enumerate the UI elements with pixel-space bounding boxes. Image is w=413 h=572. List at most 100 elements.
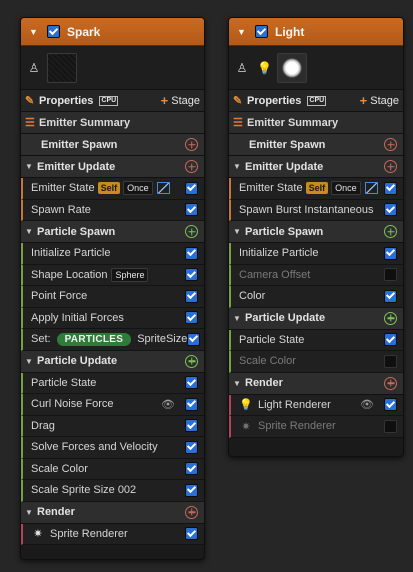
module-row[interactable]: Emitter State Self Once: [229, 178, 403, 200]
add-module-icon[interactable]: [185, 225, 198, 238]
module-enable-checkbox[interactable]: [384, 181, 397, 195]
chevron-down-icon[interactable]: ▼: [229, 162, 245, 171]
module-enable-checkbox[interactable]: [384, 333, 397, 347]
module-row[interactable]: Spawn Rate: [21, 199, 204, 221]
module-row[interactable]: Particle State: [229, 329, 403, 351]
module-row[interactable]: Drag: [21, 415, 204, 437]
module-row[interactable]: Set: PARTICLES SpriteSize: [21, 329, 204, 351]
renderer-row[interactable]: ✷ Sprite Renderer: [229, 416, 403, 438]
module-enable-checkbox[interactable]: [185, 397, 198, 411]
add-stage-button[interactable]: + Stage: [360, 93, 399, 108]
module-row[interactable]: Point Force: [21, 286, 204, 308]
module-row[interactable]: Spawn Burst Instantaneous: [229, 199, 403, 221]
add-module-icon[interactable]: [185, 354, 198, 368]
add-module-icon[interactable]: [185, 505, 198, 519]
chevron-down-icon[interactable]: ▼: [21, 357, 37, 366]
add-module-icon[interactable]: [384, 376, 397, 390]
particles-pill[interactable]: PARTICLES: [56, 332, 132, 346]
add-module-icon[interactable]: [384, 225, 397, 238]
module-label: Initialize Particle: [31, 247, 111, 260]
chevron-down-icon[interactable]: ▼: [229, 314, 245, 323]
section-emitter-update[interactable]: ▼ Emitter Update: [229, 156, 403, 178]
add-module-icon[interactable]: [384, 311, 397, 325]
emitter-summary-row[interactable]: ☰ Emitter Summary: [229, 112, 403, 134]
module-row[interactable]: Scale Color: [229, 351, 403, 373]
section-render[interactable]: ▼ Render: [229, 372, 403, 395]
module-enable-checkbox[interactable]: [384, 246, 397, 260]
emitter-thumbnails: ♙ 💡: [229, 46, 403, 90]
module-enable-checkbox[interactable]: [185, 419, 198, 433]
module-enable-checkbox[interactable]: [185, 440, 198, 454]
module-enable-checkbox[interactable]: [185, 462, 198, 476]
module-enable-checkbox[interactable]: [185, 246, 198, 260]
emitter-thumbnail[interactable]: [47, 52, 77, 83]
section-particle-update[interactable]: ▼ Particle Update: [229, 307, 403, 330]
curve-icon[interactable]: [156, 182, 170, 195]
add-module-icon[interactable]: [384, 138, 397, 151]
section-particle-spawn[interactable]: ▼ Particle Spawn: [21, 221, 204, 243]
module-enable-checkbox[interactable]: [384, 289, 397, 303]
section-particle-update[interactable]: ▼ Particle Update: [21, 350, 204, 373]
chevron-down-icon[interactable]: ▼: [229, 227, 245, 236]
module-enable-checkbox[interactable]: [185, 289, 198, 303]
renderer-row[interactable]: ✷ Sprite Renderer: [21, 523, 204, 545]
section-label: Emitter Spawn: [249, 138, 326, 151]
eye-icon[interactable]: 👁: [360, 398, 374, 411]
eye-icon[interactable]: 👁: [161, 398, 175, 411]
emitter-thumbnail[interactable]: [277, 52, 307, 83]
module-enable-checkbox[interactable]: [185, 203, 198, 217]
module-row[interactable]: Scale Sprite Size 002: [21, 480, 204, 502]
section-render[interactable]: ▼ Render: [21, 501, 204, 524]
module-row[interactable]: Apply Initial Forces: [21, 307, 204, 329]
section-emitter-spawn[interactable]: Emitter Spawn: [229, 134, 403, 156]
module-row[interactable]: Curl Noise Force 👁: [21, 394, 204, 416]
section-emitter-spawn[interactable]: Emitter Spawn: [21, 134, 204, 156]
module-row[interactable]: Initialize Particle: [21, 243, 204, 265]
renderer-enable-checkbox[interactable]: [185, 527, 198, 541]
module-row[interactable]: Shape Location Sphere: [21, 264, 204, 286]
renderer-enable-checkbox[interactable]: [384, 398, 397, 412]
collapse-arrow-icon[interactable]: ▼: [237, 27, 249, 37]
module-enable-checkbox[interactable]: [185, 376, 198, 390]
shape-badge[interactable]: Sphere: [111, 267, 149, 282]
section-particle-spawn[interactable]: ▼ Particle Spawn: [229, 221, 403, 243]
chevron-down-icon[interactable]: ▼: [229, 379, 245, 388]
module-enable-checkbox[interactable]: [384, 203, 397, 217]
module-enable-checkbox[interactable]: [185, 311, 198, 325]
once-badge[interactable]: Once: [123, 181, 153, 196]
module-row[interactable]: Particle State: [21, 372, 204, 394]
emitter-enable-checkbox[interactable]: [255, 25, 268, 38]
once-badge[interactable]: Once: [331, 181, 361, 196]
collapse-arrow-icon[interactable]: ▼: [29, 27, 41, 37]
module-enable-checkbox[interactable]: [185, 268, 198, 282]
module-enable-checkbox[interactable]: [187, 332, 201, 346]
emitter-enable-checkbox[interactable]: [47, 25, 60, 38]
module-label: Spawn Burst Instantaneous: [239, 203, 374, 216]
module-enable-checkbox[interactable]: [185, 483, 198, 497]
section-emitter-update[interactable]: ▼ Emitter Update: [21, 156, 204, 178]
chevron-down-icon[interactable]: ▼: [21, 227, 37, 236]
add-module-icon[interactable]: [384, 160, 397, 173]
curve-icon[interactable]: [364, 182, 378, 195]
emitter-summary-row[interactable]: ☰ Emitter Summary: [21, 112, 204, 134]
module-enable-checkbox[interactable]: [185, 181, 198, 195]
module-row[interactable]: Emitter State Self Once: [21, 178, 204, 200]
module-row[interactable]: Color: [229, 286, 403, 308]
properties-label[interactable]: Properties: [39, 95, 93, 107]
module-row[interactable]: Initialize Particle: [229, 243, 403, 265]
module-row[interactable]: Camera Offset: [229, 264, 403, 286]
renderer-row[interactable]: 💡 Light Renderer 👁: [229, 394, 403, 416]
properties-label[interactable]: Properties: [247, 95, 301, 107]
add-stage-button[interactable]: + Stage: [161, 93, 200, 108]
add-module-icon[interactable]: [185, 160, 198, 173]
chevron-down-icon[interactable]: ▼: [21, 508, 37, 517]
chevron-down-icon[interactable]: ▼: [21, 162, 37, 171]
emitter-header[interactable]: ▼ Spark: [21, 18, 204, 46]
module-enable-checkbox[interactable]: [384, 354, 397, 368]
module-row[interactable]: Scale Color: [21, 458, 204, 480]
module-enable-checkbox[interactable]: [384, 268, 397, 282]
emitter-header[interactable]: ▼ Light: [229, 18, 403, 46]
renderer-enable-checkbox[interactable]: [384, 419, 397, 433]
add-module-icon[interactable]: [185, 138, 198, 151]
module-row[interactable]: Solve Forces and Velocity: [21, 437, 204, 459]
